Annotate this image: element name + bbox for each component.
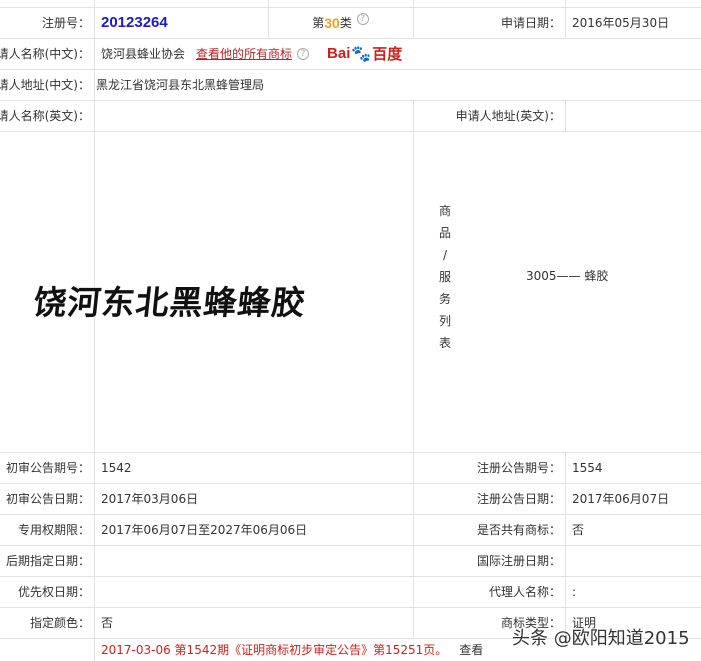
announcement-text: 2017-03-06 第1542期《证明商标初步审定公告》第15251页。: [101, 642, 448, 657]
detail-label: 国际注册日期：: [476, 554, 561, 568]
goods-label-char: 务: [438, 292, 451, 306]
applicant-name-en: [94, 100, 413, 131]
detail-label: 注册公告期号：: [476, 461, 561, 475]
detail-label: 是否共有商标：: [476, 523, 561, 537]
detail-value: 1542: [101, 460, 132, 475]
detail-value: 2017年06月07日: [572, 492, 670, 506]
applicant-addr-cn-label: 请人地址(中文)：: [0, 78, 90, 92]
help-icon[interactable]: ?: [356, 12, 369, 25]
class-number: 30: [324, 14, 340, 31]
goods-item: 3005—— 蜂胶: [526, 268, 609, 283]
detail-value: [94, 576, 413, 607]
apply-date: 2016年05月30日: [572, 16, 670, 30]
detail-label: 指定颜色：: [29, 616, 90, 630]
detail-label: 初审公告期号：: [5, 461, 90, 475]
watermark: 头条 @欧阳知道2015: [512, 628, 690, 649]
applicant-name-en-label: 请人名称(英文)：: [0, 109, 90, 123]
detail-value: [94, 545, 413, 576]
detail-label: 优先权日期：: [17, 585, 90, 599]
applicant-name-cell: 饶河县蜂业协会 查看他的所有商标 ? Bai 🐾 百度: [94, 38, 701, 69]
detail-value: 1554: [572, 460, 603, 475]
view-announcement-link[interactable]: 查看: [459, 641, 483, 658]
baidu-logo-text: Bai: [327, 45, 351, 62]
class-suffix: 类: [339, 16, 352, 30]
detail-label: 专用权期限：: [17, 523, 90, 537]
detail-value: :: [572, 584, 577, 599]
detail-label: 代理人名称：: [488, 585, 561, 599]
applicant-addr-en-label: 申请人地址(英文)：: [455, 109, 561, 123]
baidu-logo-text-cn: 百度: [372, 46, 403, 63]
trademark-image: 饶河东北黑蜂蜂胶: [31, 283, 308, 322]
detail-value: 否: [572, 523, 585, 537]
reg-number: 20123264: [101, 14, 168, 31]
baidu-paw-icon: 🐾: [351, 45, 372, 63]
view-all-trademarks-link[interactable]: 查看他的所有商标: [196, 45, 292, 62]
detail-value: 2017年03月06日: [101, 492, 199, 506]
applicant-name-cn: 饶河县蜂业协会: [101, 47, 186, 61]
applicant-addr-cn: 黑龙江省饶河县东北黑蜂管理局: [96, 78, 265, 92]
detail-label: 初审公告日期：: [5, 492, 90, 506]
class-cell: 第 30 类?: [268, 7, 413, 38]
goods-label-char: /: [442, 248, 448, 262]
applicant-addr-en: [565, 100, 701, 131]
goods-label-char: 表: [438, 336, 451, 350]
apply-date-label: 申请日期：: [500, 16, 561, 30]
baidu-search-link[interactable]: Bai 🐾 百度: [327, 43, 402, 64]
detail-value: [565, 545, 701, 576]
detail-label: 注册公告日期：: [476, 492, 561, 506]
goods-label-char: 服: [438, 270, 451, 284]
help-icon[interactable]: ?: [297, 47, 310, 60]
reg-number-label: 注册号：: [41, 16, 90, 30]
detail-value: 否: [101, 616, 114, 630]
detail-value: 2017年06月07日至2027年06月06日: [101, 523, 308, 537]
goods-label-char: 商: [438, 204, 451, 218]
class-prefix: 第: [312, 16, 325, 30]
goods-label-char: 列: [438, 314, 451, 328]
applicant-name-cn-label: 请人名称(中文)：: [0, 47, 90, 61]
goods-services-label: 商 品 / 服 务 列 表: [435, 200, 455, 354]
detail-label: 后期指定日期：: [5, 554, 90, 568]
goods-label-char: 品: [438, 226, 451, 240]
